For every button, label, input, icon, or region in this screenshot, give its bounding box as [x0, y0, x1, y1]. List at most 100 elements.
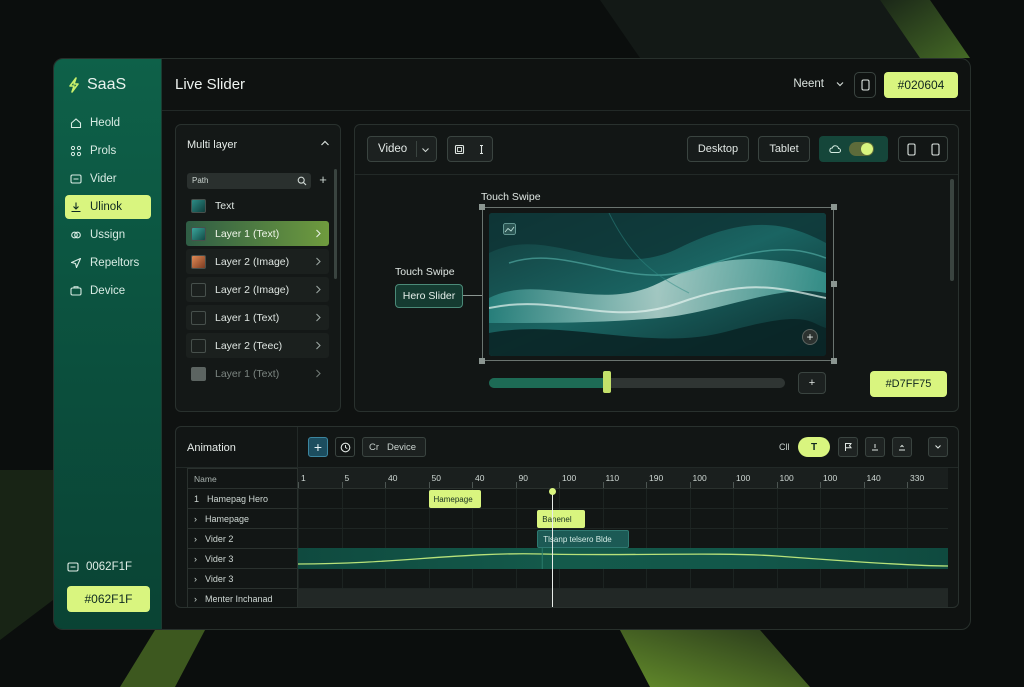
track-expand-icon[interactable]: ›: [194, 549, 197, 569]
resize-handle[interactable]: [831, 281, 837, 287]
animation-title: Animation: [187, 442, 236, 454]
ruler-tick-label: 100: [823, 473, 838, 483]
add-keyframe-button[interactable]: +: [308, 437, 328, 457]
layer-label: Layer 2 (Image): [215, 255, 290, 268]
ruler-tick-label: 330: [910, 473, 925, 483]
text-tool-button[interactable]: T: [798, 437, 830, 457]
resize-handle[interactable]: [479, 358, 485, 364]
sidebar-footer-button[interactable]: #062F1F: [67, 586, 150, 612]
tablet-icon[interactable]: [930, 142, 940, 156]
sidebar-item-device[interactable]: Device: [65, 279, 151, 303]
device-tab-label: Device: [387, 441, 417, 453]
layer-scrollbar[interactable]: [334, 169, 337, 279]
brand-logo-icon: [69, 77, 79, 93]
resize-handle[interactable]: [479, 204, 485, 210]
slider-add-button[interactable]: +: [798, 372, 826, 394]
ruler-tick-label: 100: [562, 473, 577, 483]
track-row[interactable]: › Vider 2: [187, 528, 298, 548]
sidebar-item-vider[interactable]: Vider: [65, 167, 151, 191]
layer-item[interactable]: Layer 1 (Text): [186, 305, 329, 330]
ruler-tick-label: 40: [388, 473, 398, 483]
color-hex-button[interactable]: #020604: [884, 72, 958, 98]
align-bottom-icon: [872, 444, 878, 451]
touch-swipe-label: Touch Swipe: [395, 266, 455, 278]
flag-button[interactable]: [838, 437, 858, 457]
sidebar-item-ussign[interactable]: Ussign: [65, 223, 151, 247]
sidebar-item-repeltors[interactable]: Repeltors: [65, 251, 151, 275]
track-label: Hamepage: [205, 513, 250, 524]
chevron-down-icon: [422, 148, 429, 153]
layer-thumbnail: [191, 338, 206, 353]
video-track-waveform[interactable]: [298, 548, 948, 569]
phone-button[interactable]: [854, 72, 876, 98]
track-row[interactable]: › Menter Inchanad: [187, 588, 298, 608]
resize-handle[interactable]: [831, 204, 837, 210]
layer-item[interactable]: Layer 1 (Text): [186, 361, 329, 386]
playhead-line[interactable]: [552, 490, 554, 607]
layer-panel-title: Multi layer: [187, 139, 238, 151]
brand[interactable]: SaaS: [67, 76, 126, 94]
track-expand-icon[interactable]: ›: [194, 509, 197, 529]
distribute-button[interactable]: [892, 437, 912, 457]
layer-item[interactable]: Layer 1 (Text): [186, 221, 329, 246]
sidebar-item-heold[interactable]: Heold: [65, 111, 151, 135]
chevron-up-icon[interactable]: [319, 137, 331, 149]
track-row[interactable]: 1 Hamepag Hero: [187, 488, 298, 508]
layer-item[interactable]: Layer 2 (Image): [186, 249, 329, 274]
phone-icon[interactable]: [906, 142, 916, 156]
zoom-in-button[interactable]: +: [802, 329, 818, 345]
ruler-tick: [559, 482, 560, 488]
panel-menu-button[interactable]: [928, 437, 948, 457]
layer-item[interactable]: Layer 2 (Image): [186, 277, 329, 302]
track-expand-icon[interactable]: ›: [194, 569, 197, 589]
image-icon: [503, 223, 516, 235]
timeline-ruler[interactable]: 1 5 40 50 40 90 100 110 190 100 100 100 100 140 330: [298, 468, 948, 489]
disabled-track-row: [298, 589, 948, 607]
tablet-button[interactable]: Tablet: [758, 136, 810, 162]
device-tab[interactable]: Cr Device: [362, 437, 426, 457]
touch-toggle-group[interactable]: [819, 136, 888, 162]
split-icon[interactable]: [476, 144, 487, 155]
clock-icon: [340, 442, 350, 452]
keyframe-block[interactable]: Banenel: [537, 510, 586, 528]
align-bottom-button[interactable]: [865, 437, 885, 457]
desktop-button[interactable]: Desktop: [687, 136, 749, 162]
timing-button[interactable]: [335, 437, 355, 457]
touch-swipe-toggle[interactable]: [849, 142, 874, 156]
hero-image: [489, 213, 826, 356]
sidebar-footer-label[interactable]: 0062F1F: [67, 561, 132, 573]
track-row[interactable]: › Vider 3: [187, 548, 298, 568]
track-expand-icon[interactable]: ›: [194, 529, 197, 549]
sidebar-item-prols[interactable]: Prols: [65, 139, 151, 163]
chevron-right-icon: [316, 341, 321, 350]
layer-item[interactable]: Layer 2 (Teec): [186, 333, 329, 358]
timeline-slider-track[interactable]: [489, 378, 785, 388]
color-hex-chip[interactable]: #D7FF75: [870, 371, 947, 397]
timeline-slider-fill: [489, 378, 608, 388]
keyframe-block[interactable]: Tlsanp telsero Blde: [537, 530, 629, 548]
media-type-select[interactable]: Video: [367, 136, 437, 162]
track-expand-icon[interactable]: 1: [194, 489, 199, 509]
layer-label: Layer 2 (Image): [215, 283, 290, 296]
touch-swipe-label: Touch Swipe: [481, 191, 541, 203]
add-layer-button[interactable]: +: [317, 173, 329, 186]
track-name-list: Name 1 Hamepag Hero › Hamepage › Vider 2 › V…: [187, 468, 298, 608]
track-row[interactable]: › Hamepage: [187, 508, 298, 528]
search-icon[interactable]: [297, 176, 307, 186]
layer-search-input[interactable]: [187, 173, 311, 189]
sidebar-item-ulinok[interactable]: Ulinok: [65, 195, 151, 219]
toolbar-divider: [355, 174, 958, 175]
layer-item[interactable]: Text: [186, 193, 329, 218]
frame-icon[interactable]: [454, 144, 465, 155]
track-expand-icon[interactable]: ›: [194, 589, 197, 608]
sidebar-item-label: Prols: [90, 145, 117, 157]
chevron-right-icon: [316, 229, 321, 238]
resize-handle[interactable]: [831, 358, 837, 364]
hero-slider-chip[interactable]: Hero Slider: [395, 284, 463, 308]
track-row[interactable]: › Vider 3: [187, 568, 298, 588]
keyframe-block[interactable]: Hamepage: [428, 490, 481, 508]
preview-scrollbar[interactable]: [950, 179, 954, 281]
user-menu[interactable]: Neent: [793, 78, 844, 90]
ruler-tick: [820, 482, 821, 488]
timeline-slider-thumb[interactable]: [603, 371, 612, 393]
